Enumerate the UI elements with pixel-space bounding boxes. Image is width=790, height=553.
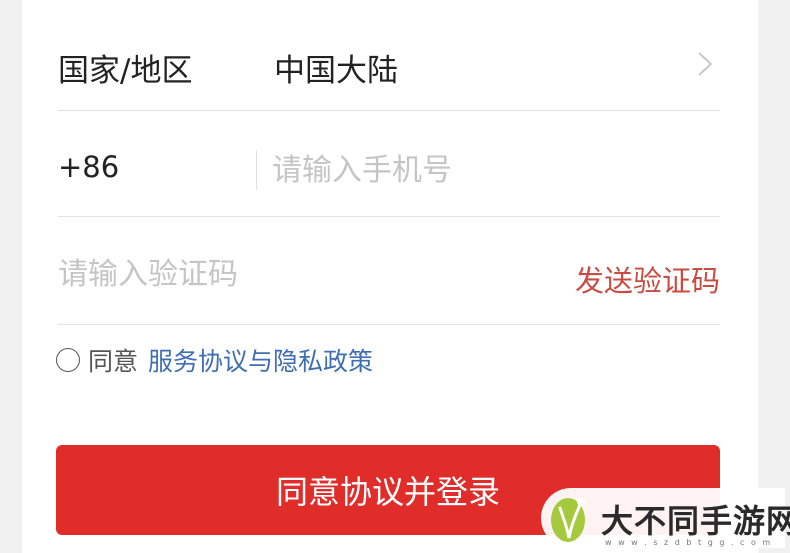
watermark-site-name: 大不同手游网 xyxy=(601,502,790,540)
phone-divider xyxy=(256,150,257,190)
chevron-right-icon[interactable] xyxy=(694,50,716,78)
terms-privacy-link[interactable]: 服务协议与隐私政策 xyxy=(148,342,373,378)
verification-code-input[interactable] xyxy=(58,248,538,300)
site-logo-icon xyxy=(551,498,585,542)
phone-row: +86 xyxy=(58,110,720,217)
country-region-label: 国家/地区 xyxy=(58,53,193,89)
phone-prefix[interactable]: +86 xyxy=(58,150,119,184)
agree-text: 同意 xyxy=(88,347,139,376)
phone-input[interactable] xyxy=(272,144,712,196)
agree-radio[interactable] xyxy=(56,348,80,372)
verification-code-row: 发送验证码 xyxy=(58,216,720,325)
agreement-row: 同意 服务协议与隐私政策 xyxy=(56,342,373,378)
site-watermark: 大不同手游网 w w w . s z d b t g g . c o m xyxy=(541,488,790,548)
login-card: 国家/地区 中国大陆 +86 发送验证码 同意 服务协议与隐私政策 同意协议并登… xyxy=(22,0,758,553)
watermark-url: w w w . s z d b t g g . c o m xyxy=(605,538,773,547)
send-code-button[interactable]: 发送验证码 xyxy=(575,258,720,300)
country-region-value[interactable]: 中国大陆 xyxy=(274,45,398,90)
country-region-row[interactable]: 国家/地区 中国大陆 xyxy=(58,0,720,111)
